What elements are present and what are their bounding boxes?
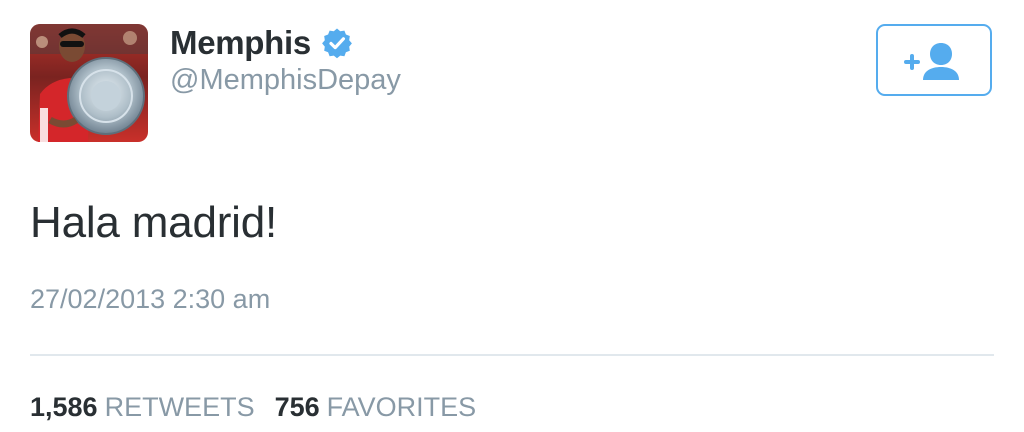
add-user-icon xyxy=(904,43,959,80)
favorites-label: FAVORITES xyxy=(326,392,477,422)
user-handle[interactable]: @MemphisDepay xyxy=(170,64,401,97)
profile-photo-icon xyxy=(30,24,148,142)
tweet-timestamp[interactable]: 27/02/2013 2:30 am xyxy=(30,284,270,315)
follow-button[interactable] xyxy=(876,24,992,96)
retweets-count: 1,586 xyxy=(30,392,98,422)
favorites-count: 756 xyxy=(274,392,320,422)
verified-badge-icon xyxy=(321,27,353,59)
avatar[interactable] xyxy=(30,24,148,142)
tweet-stats: 1,586 RETWEETS 756 FAVORITES xyxy=(30,392,496,423)
divider xyxy=(30,354,994,356)
user-name-row: Memphis xyxy=(170,22,353,64)
retweets-label: RETWEETS xyxy=(104,392,255,422)
favorites-stat[interactable]: 756 FAVORITES xyxy=(275,392,477,423)
display-name[interactable]: Memphis xyxy=(170,24,311,62)
tweet-text: Hala madrid! xyxy=(30,198,278,247)
retweets-stat[interactable]: 1,586 RETWEETS xyxy=(30,392,255,423)
